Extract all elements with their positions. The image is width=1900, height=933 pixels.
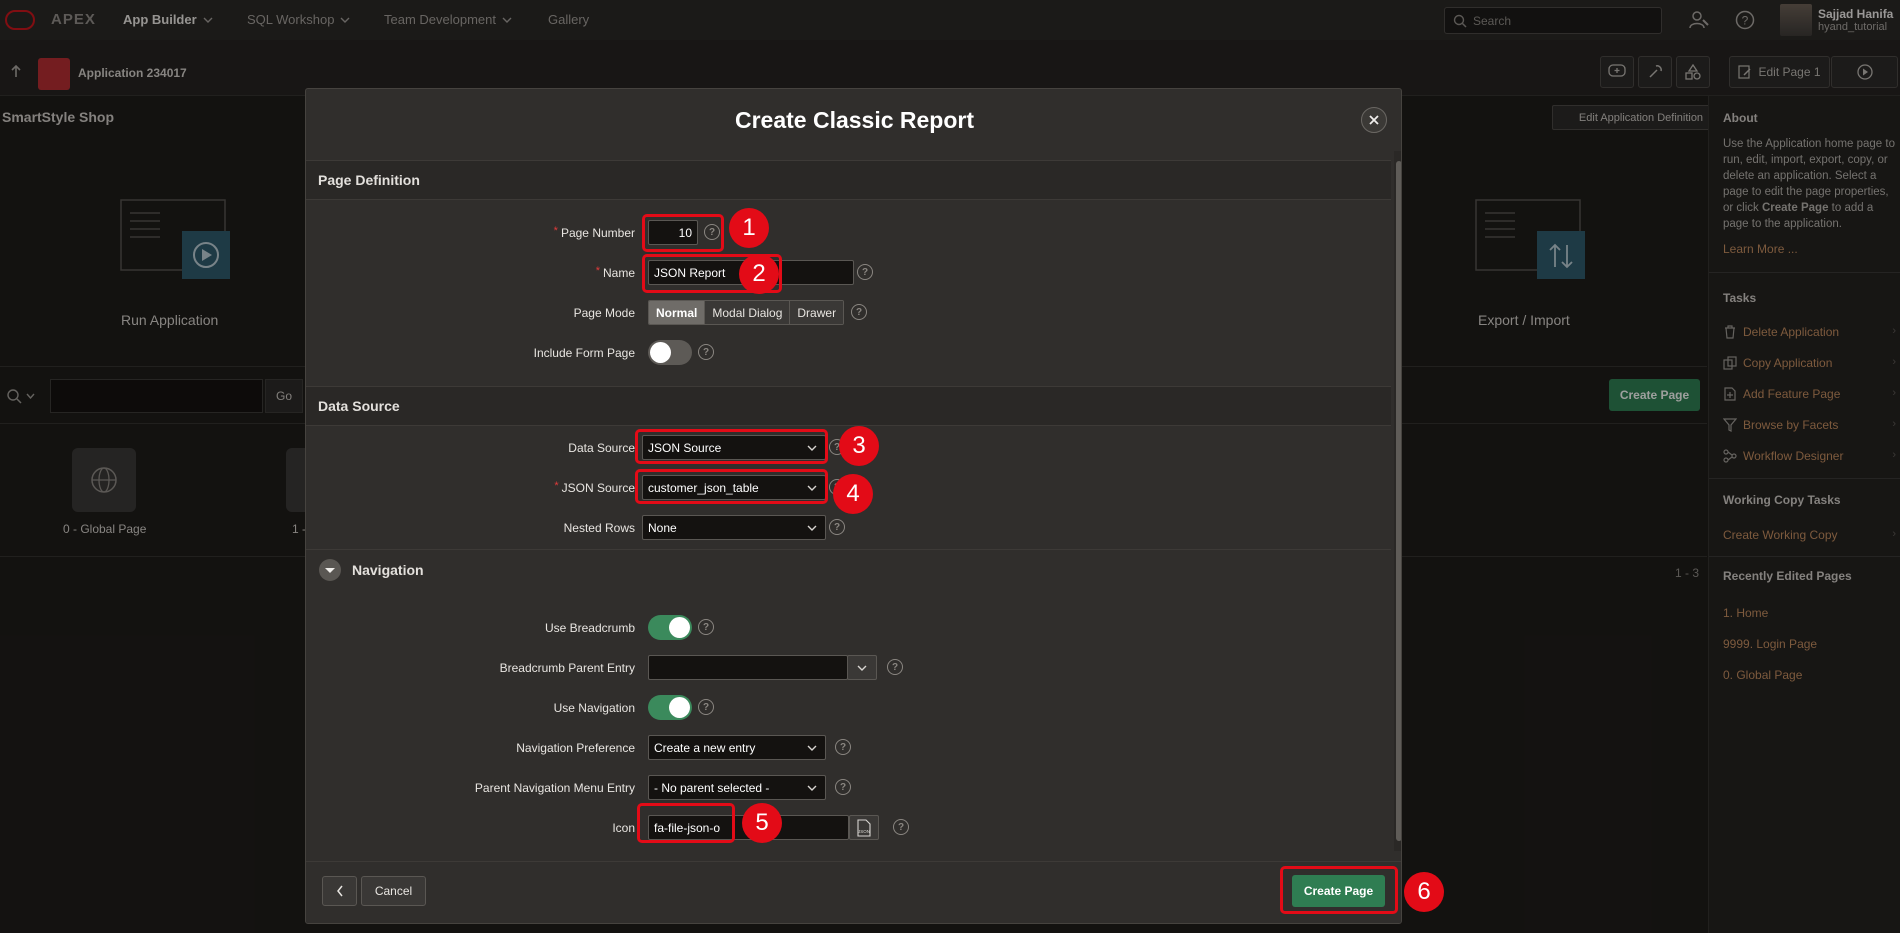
use-navigation-label: Use Navigation — [553, 701, 635, 715]
collapse-toggle-icon — [319, 558, 341, 581]
page-mode-radio-group[interactable]: Normal Modal Dialog Drawer — [648, 300, 845, 325]
highlight-json-source — [635, 469, 828, 504]
callout-4-badge: 4 — [833, 474, 873, 514]
parent-navigation-select[interactable]: - No parent selected - — [648, 775, 826, 800]
help-icon[interactable]: ? — [835, 739, 851, 755]
section-page-definition: Page Definition — [306, 160, 1391, 200]
scrollbar-thumb[interactable] — [1396, 161, 1401, 841]
dialog-title: Create Classic Report — [734, 106, 975, 133]
navigation-preference-value: Create a new entry — [654, 740, 756, 755]
callout-3-badge: 3 — [839, 426, 879, 466]
nested-rows-select[interactable]: None — [642, 515, 826, 540]
include-form-page-toggle[interactable] — [648, 340, 692, 365]
required-marker: * — [554, 480, 559, 492]
breadcrumb-parent-dropdown-button[interactable] — [847, 655, 877, 680]
nested-rows-value: None — [648, 520, 677, 535]
callout-6-badge: 6 — [1404, 872, 1444, 912]
page-mode-modal-dialog[interactable]: Modal Dialog — [705, 301, 791, 324]
icon-preview-text: JSON — [858, 829, 870, 834]
dialog-footer: Cancel Create Page — [306, 861, 1401, 923]
help-icon[interactable]: ? — [887, 659, 903, 675]
help-icon[interactable]: ? — [698, 619, 714, 635]
close-dialog-button[interactable] — [1361, 107, 1387, 133]
include-form-page-label: Include Form Page — [533, 346, 635, 360]
help-icon[interactable]: ? — [698, 344, 714, 360]
page-number-label: * Page Number — [306, 225, 635, 240]
highlight-create-page — [1280, 866, 1398, 914]
parent-navigation-label: Parent Navigation Menu Entry — [474, 781, 635, 795]
use-breadcrumb-label: Use Breadcrumb — [544, 621, 635, 635]
highlight-page-number — [642, 214, 724, 252]
page-number-label-text: Page Number — [560, 226, 635, 240]
required-marker: * — [553, 225, 558, 237]
json-source-label: * JSON Source — [306, 480, 635, 495]
navigation-preference-select[interactable]: Create a new entry — [648, 735, 826, 760]
use-navigation-toggle[interactable] — [648, 695, 692, 720]
help-icon[interactable]: ? — [698, 699, 714, 715]
data-source-label: Data Source — [568, 441, 635, 455]
navigation-preference-label: Navigation Preference — [516, 741, 635, 755]
help-icon[interactable]: ? — [835, 779, 851, 795]
callout-1-badge: 1 — [729, 208, 769, 248]
callout-5-badge: 5 — [742, 803, 782, 843]
previous-button[interactable] — [322, 876, 357, 906]
required-marker: * — [595, 265, 600, 277]
section-navigation-title: Navigation — [352, 561, 424, 578]
nested-rows-label: Nested Rows — [563, 521, 635, 535]
help-icon[interactable]: ? — [857, 264, 873, 280]
json-source-label-text: JSON Source — [561, 481, 635, 495]
section-navigation[interactable]: Navigation — [306, 549, 1391, 589]
help-icon[interactable]: ? — [829, 519, 845, 535]
toggle-knob — [650, 342, 671, 363]
chevron-down-icon — [807, 745, 817, 751]
icon-label: Icon — [612, 821, 635, 835]
name-label-text: Name — [602, 266, 635, 280]
breadcrumb-parent-input[interactable] — [648, 655, 848, 680]
highlight-icon — [637, 803, 735, 843]
name-label: * Name — [306, 265, 635, 280]
file-json-icon: JSON — [857, 818, 871, 837]
help-icon[interactable]: ? — [893, 819, 909, 835]
page-mode-normal[interactable]: Normal — [649, 301, 706, 324]
chevron-down-icon — [857, 665, 867, 671]
toggle-knob — [669, 697, 690, 718]
page-mode-drawer[interactable]: Drawer — [790, 301, 844, 324]
breadcrumb-parent-label: Breadcrumb Parent Entry — [499, 661, 635, 675]
toggle-knob — [669, 617, 690, 638]
chevron-left-icon — [336, 885, 343, 897]
section-data-source: Data Source — [306, 386, 1391, 426]
icon-picker-button[interactable]: JSON — [849, 815, 879, 840]
callout-2-badge: 2 — [739, 254, 779, 294]
use-breadcrumb-toggle[interactable] — [648, 615, 692, 640]
highlight-data-source — [635, 429, 828, 464]
page-mode-label: Page Mode — [573, 306, 635, 320]
close-icon — [1369, 115, 1379, 125]
chevron-down-icon — [807, 525, 817, 531]
cancel-button[interactable]: Cancel — [361, 876, 426, 906]
parent-navigation-value: - No parent selected - — [654, 780, 770, 795]
chevron-down-icon — [807, 785, 817, 791]
help-icon[interactable]: ? — [851, 304, 867, 320]
